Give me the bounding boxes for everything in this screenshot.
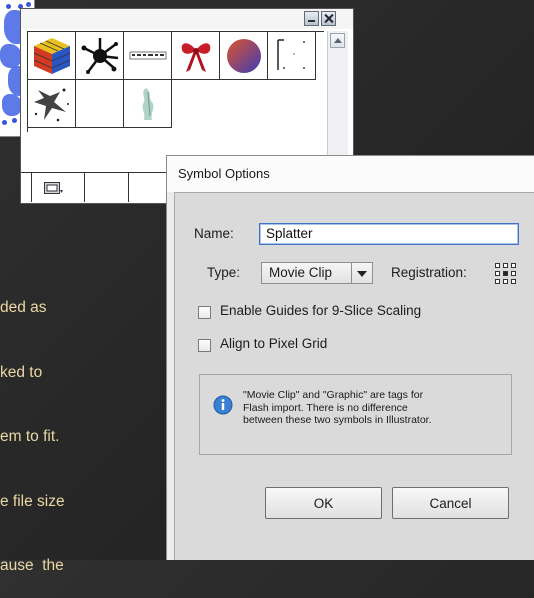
symbols-scrollbar[interactable] xyxy=(327,31,348,169)
registration-point-selected[interactable] xyxy=(503,271,508,276)
symbol-gradient-sphere[interactable] xyxy=(220,32,268,80)
dotted-frame-icon xyxy=(276,38,305,70)
info-line: Flash import. There is no difference xyxy=(243,401,408,414)
type-select[interactable]: Movie Clip xyxy=(261,262,373,284)
dropdown-arrow-icon xyxy=(351,263,372,283)
name-label: Name: xyxy=(194,226,234,241)
place-symbol-button[interactable] xyxy=(85,173,129,202)
article-line: e file size xyxy=(0,492,65,510)
symbol-options-dialog: Symbol Options Name: Splatter Type: Movi… xyxy=(166,155,534,560)
symbol-libraries-menu-button[interactable] xyxy=(31,173,85,202)
enable-guides-label: Enable Guides for 9-Slice Scaling xyxy=(220,303,422,318)
info-message-box: "Movie Clip" and "Graphic" are tags for … xyxy=(199,374,512,455)
red-bow-icon xyxy=(181,42,210,72)
dialog-title: Symbol Options xyxy=(178,166,270,181)
sphere-icon xyxy=(226,38,261,73)
minimize-button[interactable] xyxy=(304,11,319,26)
symbol-grid xyxy=(27,31,324,132)
registration-point[interactable] xyxy=(495,263,500,268)
symbol-library-icon xyxy=(44,182,63,194)
symbol-text-banner[interactable] xyxy=(124,32,172,80)
rubiks-cube-icon xyxy=(33,37,70,74)
cancel-button[interactable]: Cancel xyxy=(392,487,509,519)
registration-point[interactable] xyxy=(503,279,508,284)
article-line: em to fit. xyxy=(0,428,60,445)
name-input[interactable]: Splatter xyxy=(259,223,519,245)
align-pixel-grid-checkbox[interactable] xyxy=(198,339,211,352)
symbol-empty[interactable] xyxy=(76,80,124,128)
registration-point-selector[interactable] xyxy=(495,263,517,285)
info-line: "Movie Clip" and "Graphic" are tags for xyxy=(243,389,424,401)
registration-point[interactable] xyxy=(511,271,516,276)
registration-label: Registration: xyxy=(391,265,467,280)
type-label: Type: xyxy=(207,265,241,280)
panel-titlebar xyxy=(21,9,353,29)
article-line: ded as xyxy=(0,299,47,316)
symbol-red-bow[interactable] xyxy=(172,32,220,80)
symbol-splatter[interactable] xyxy=(28,80,76,128)
background-article-text: ded as ked to em to fit. e file size aus… xyxy=(0,254,180,598)
registration-point[interactable] xyxy=(511,263,516,268)
text-banner-icon xyxy=(129,51,166,59)
dialog-titlebar[interactable]: Symbol Options xyxy=(167,156,534,192)
ok-button[interactable]: OK xyxy=(265,487,382,519)
close-button[interactable] xyxy=(321,11,336,26)
symbol-rubiks-cube[interactable] xyxy=(28,32,76,80)
symbol-ink-splat[interactable] xyxy=(76,32,124,80)
align-pixel-grid-label: Align to Pixel Grid xyxy=(220,336,328,351)
splatter-icon xyxy=(33,88,69,121)
info-icon xyxy=(213,395,233,415)
type-selected-value: Movie Clip xyxy=(269,265,333,280)
symbol-grunge-figure[interactable] xyxy=(124,80,172,128)
grunge-figure-icon xyxy=(142,87,153,120)
registration-point[interactable] xyxy=(511,279,516,284)
registration-point[interactable] xyxy=(495,271,500,276)
article-line: ause the xyxy=(0,557,64,574)
symbol-dotted-frame[interactable] xyxy=(268,32,316,80)
dialog-body: Name: Splatter Type: Movie Clip Registra… xyxy=(174,192,534,560)
break-link-button[interactable] xyxy=(129,173,169,202)
info-line: between these two symbols in Illustrator… xyxy=(243,414,432,426)
registration-point[interactable] xyxy=(503,263,508,268)
ink-splat-icon xyxy=(81,37,118,74)
registration-point[interactable] xyxy=(495,279,500,284)
enable-guides-checkbox[interactable] xyxy=(198,306,211,319)
article-line: ked to xyxy=(0,363,43,381)
info-message-text: "Movie Clip" and "Graphic" are tags for … xyxy=(243,389,508,427)
scroll-up-button[interactable] xyxy=(330,33,345,48)
